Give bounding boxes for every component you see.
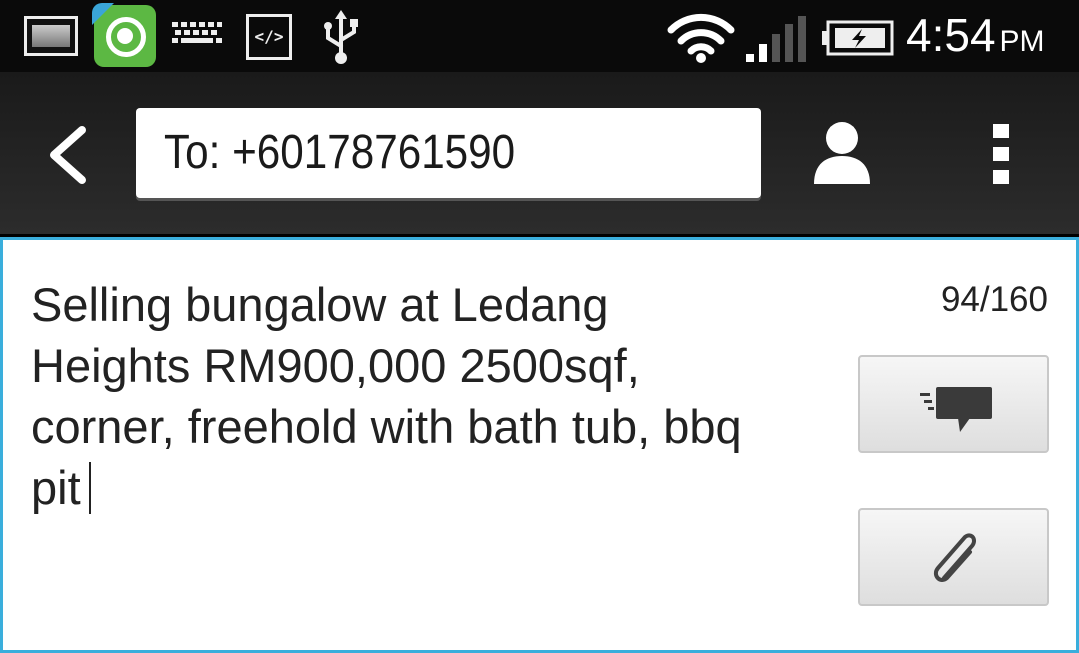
keyboard-icon [172,22,222,43]
action-bar: To: +60178761590 [0,72,1079,234]
attach-button[interactable] [858,508,1049,606]
battery-charging-icon [822,20,894,56]
app-pro-icon [92,3,156,67]
message-line: pit [31,461,81,514]
message-line: Selling bungalow at Ledang [31,278,609,331]
compose-area: Selling bungalow at Ledang Heights RM900… [0,237,1079,653]
text-cursor [88,462,91,514]
message-line: corner, freehold with bath tub, bbq [31,400,742,453]
signal-icon [746,16,806,62]
send-button[interactable] [858,355,1049,453]
send-message-icon [920,387,992,432]
recipient-field[interactable]: To: +60178761590 [136,108,761,198]
paperclip-icon [933,533,976,582]
person-icon[interactable] [812,120,872,186]
char-counter: 94/160 [940,280,1048,319]
code-icon: </> [246,14,292,60]
clock: 4:54 PM [906,9,1045,61]
usb-icon [324,10,358,64]
chevron-left-icon[interactable] [40,124,96,186]
gallery-icon [24,16,78,56]
message-input[interactable]: Selling bungalow at Ledang Heights RM900… [31,274,831,518]
overflow-menu-icon[interactable] [990,124,1012,186]
status-bar: </> 4:54 PM [0,0,1079,72]
message-line: Heights RM900,000 2500sqf, [31,339,640,392]
wifi-icon [667,13,735,63]
